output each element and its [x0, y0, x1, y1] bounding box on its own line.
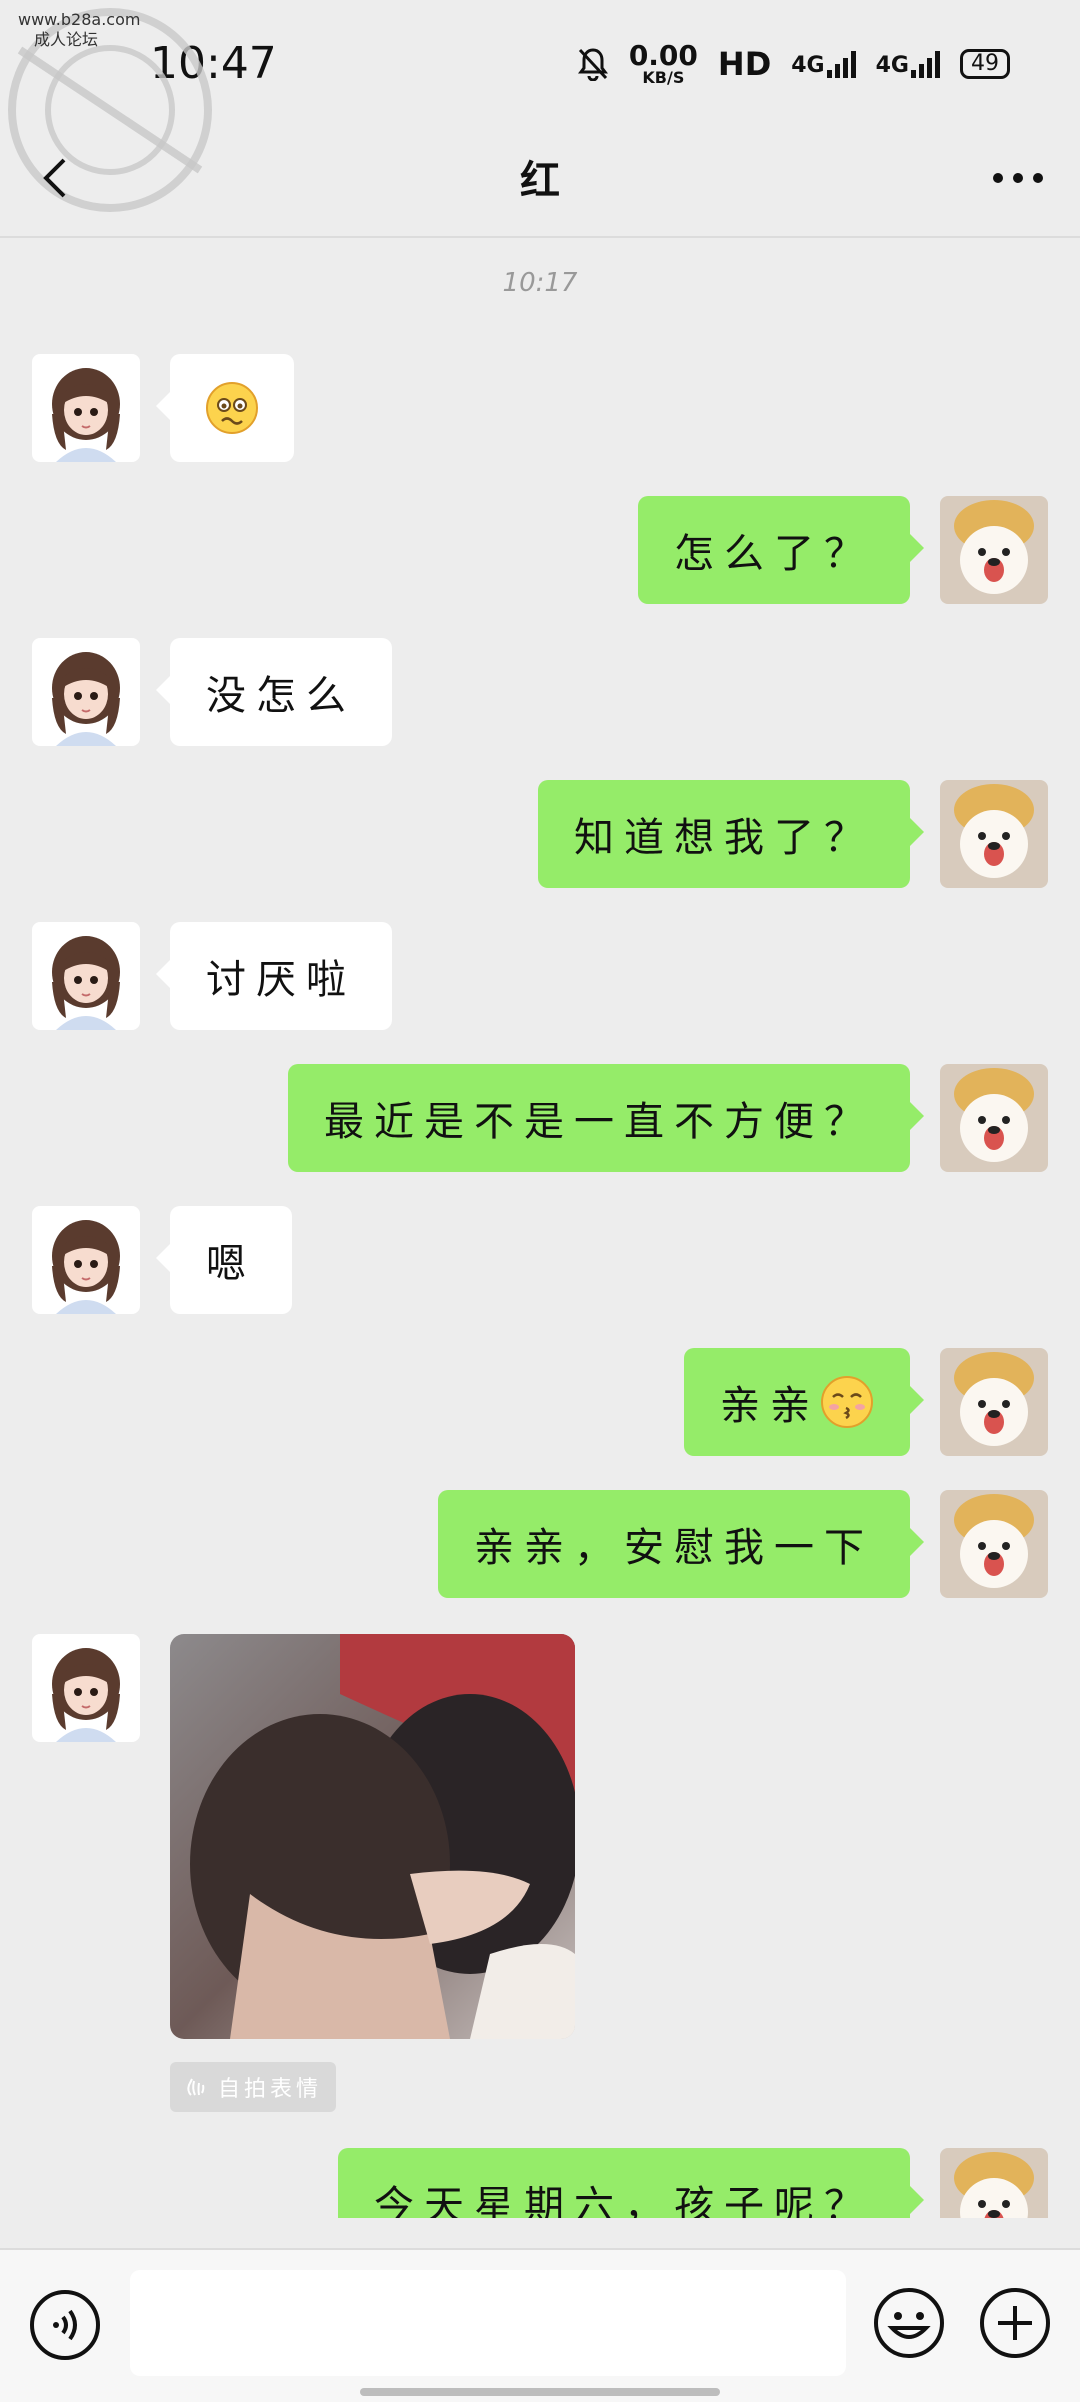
message-bubble[interactable]: 讨厌啦 — [156, 922, 392, 1030]
message-text: 亲亲 — [720, 1383, 820, 1429]
status-icons: 0.00 KB/S HD 4G 4G 49 — [577, 42, 1010, 86]
my-avatar[interactable] — [940, 1064, 1048, 1172]
hand-wave-icon — [187, 2078, 205, 2096]
sticker-image[interactable] — [170, 1634, 575, 2039]
status-time: 10:47 — [150, 38, 277, 89]
message-bubble[interactable]: 知道想我了？ — [538, 780, 924, 888]
message-bubble[interactable]: 今天星期六，孩子呢？ — [338, 2148, 924, 2218]
battery-icon: 49 — [960, 49, 1010, 79]
message-input[interactable] — [130, 2270, 846, 2376]
home-indicator[interactable] — [360, 2388, 720, 2396]
signal-bars-icon — [911, 50, 940, 78]
message-bubble[interactable]: 亲亲 — [684, 1348, 924, 1456]
signal-1: 4G — [791, 50, 856, 78]
my-avatar[interactable] — [940, 2148, 1048, 2218]
woozy-face-emoji-icon — [206, 382, 258, 434]
add-more-icon[interactable] — [978, 2286, 1052, 2360]
message-bubble[interactable]: 最近是不是一直不方便？ — [288, 1064, 924, 1172]
chat-header: 红 — [0, 120, 1080, 238]
signal-bars-icon — [826, 50, 856, 78]
contact-avatar[interactable] — [32, 1634, 140, 1742]
message-bubble[interactable]: 亲亲，安慰我一下 — [438, 1490, 924, 1598]
message-bubble[interactable]: 没怎么 — [156, 638, 392, 746]
my-avatar[interactable] — [940, 1490, 1048, 1598]
message-timestamp: 10:17 — [502, 268, 578, 298]
contact-avatar[interactable] — [32, 638, 140, 746]
my-avatar[interactable] — [940, 496, 1048, 604]
more-options-icon[interactable] — [990, 168, 1046, 188]
my-avatar[interactable] — [940, 780, 1048, 888]
voice-input-icon[interactable] — [28, 2288, 102, 2362]
hd-indicator: HD — [717, 45, 772, 83]
my-avatar[interactable] — [940, 1348, 1048, 1456]
signal-2: 4G — [876, 50, 940, 78]
status-bar: 10:47 0.00 KB/S HD 4G 4G 49 — [0, 0, 1080, 120]
contact-avatar[interactable] — [32, 354, 140, 462]
message-bubble[interactable]: 嗯 — [156, 1206, 292, 1314]
emoji-button-icon[interactable] — [872, 2286, 946, 2360]
sticker-tag-label: 自拍表情 — [218, 2077, 323, 2102]
contact-avatar[interactable] — [32, 922, 140, 1030]
kissing-face-emoji-icon — [821, 1376, 873, 1428]
sticker-source-tag[interactable]: 自拍表情 — [170, 2062, 336, 2112]
network-speed: 0.00 KB/S — [628, 39, 698, 87]
contact-avatar[interactable] — [32, 1206, 140, 1314]
input-bar — [0, 2248, 1080, 2402]
mute-bell-icon — [577, 48, 608, 81]
message-bubble[interactable]: 怎么了？ — [638, 496, 924, 604]
chat-title: 红 — [520, 158, 560, 204]
message-list[interactable]: 10:17 怎么了？ 没怎么 知道想我了？ 讨厌啦 最近是不是一直不方便？ 嗯 … — [0, 238, 1080, 2218]
message-bubble[interactable] — [156, 354, 294, 462]
